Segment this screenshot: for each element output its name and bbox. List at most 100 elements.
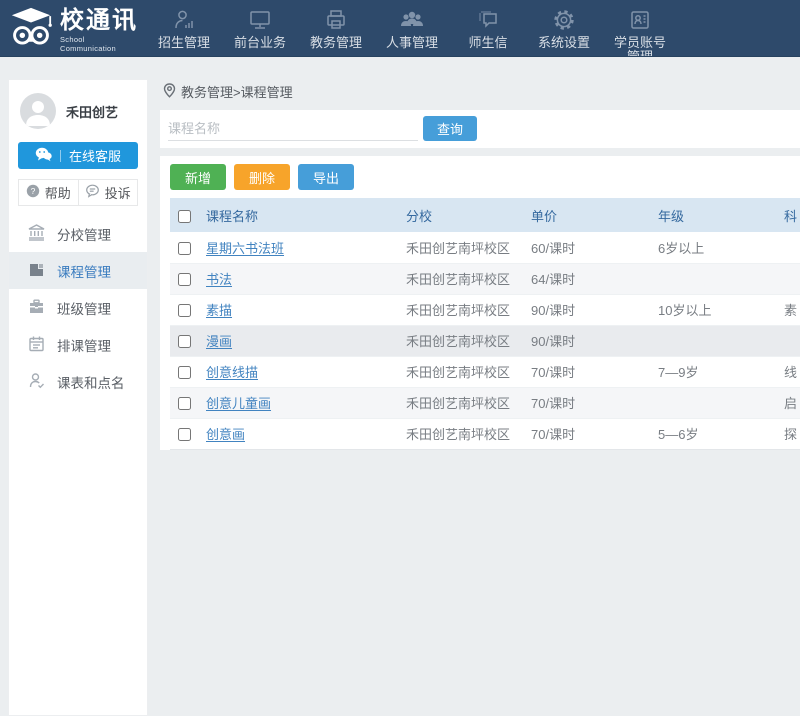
- nav-item-label: 教务管理: [298, 36, 374, 50]
- nav-item-hr[interactable]: 人事管理: [374, 0, 450, 57]
- help-button[interactable]: ? 帮助: [18, 179, 79, 206]
- course-name-link[interactable]: 创意线描: [206, 365, 258, 380]
- top-navbar: 校通讯 School Communication 招生管理 前台业务: [0, 0, 800, 57]
- price-cell: 64/课时: [531, 263, 658, 294]
- sidebar-item-label: 课程管理: [57, 261, 111, 281]
- logo-title: 校通讯: [60, 8, 142, 34]
- delete-button[interactable]: 删除: [234, 164, 290, 190]
- bank-icon: [28, 224, 45, 244]
- people-group-icon: [374, 7, 450, 33]
- briefcase-icon: [28, 298, 45, 318]
- owl-graduate-logo-icon: [9, 7, 53, 54]
- divider: [60, 150, 61, 162]
- row-checkbox[interactable]: [178, 304, 191, 317]
- select-all-checkbox[interactable]: [178, 210, 191, 223]
- branch-cell: 禾田创艺南坪校区: [406, 325, 531, 356]
- course-name-link[interactable]: 创意儿童画: [206, 396, 271, 411]
- breadcrumb-text: 教务管理>课程管理: [181, 82, 293, 101]
- question-circle-icon: ?: [26, 184, 40, 201]
- course-name-link[interactable]: 星期六书法班: [206, 241, 284, 256]
- person-stats-icon: [146, 7, 222, 33]
- grade-cell: 7—9岁: [658, 356, 784, 387]
- branch-cell: 禾田创艺南坪校区: [406, 356, 531, 387]
- app-logo[interactable]: 校通讯 School Communication: [0, 0, 146, 54]
- top-nav-menu: 招生管理 前台业务 教务管理: [146, 0, 678, 57]
- grade-cell: 10岁以上: [658, 294, 784, 325]
- row-checkbox[interactable]: [178, 428, 191, 441]
- id-card-icon: [602, 7, 678, 33]
- sidebar-item-label: 课表和点名: [57, 372, 125, 392]
- table-row: 创意线描 禾田创艺南坪校区 70/课时 7—9岁 线: [170, 356, 800, 387]
- grade-cell: 5—6岁: [658, 418, 784, 449]
- branch-cell: 禾田创艺南坪校区: [406, 418, 531, 449]
- column-header-subject: 科: [784, 198, 800, 232]
- monitor-icon: [222, 7, 298, 33]
- course-name-link[interactable]: 创意画: [206, 427, 245, 442]
- sidebar-item-timetable-rollcall[interactable]: 课表和点名: [9, 363, 147, 400]
- logo-subtitle: School Communication: [60, 35, 142, 53]
- subject-cell: 线: [784, 356, 800, 387]
- price-cell: 70/课时: [531, 356, 658, 387]
- grade-cell: 6岁以上: [658, 232, 784, 263]
- sidebar-item-course-management[interactable]: 课程管理: [9, 252, 147, 289]
- price-cell: 70/课时: [531, 418, 658, 449]
- search-button[interactable]: 查询: [423, 116, 477, 141]
- row-checkbox[interactable]: [178, 366, 191, 379]
- calendar-icon: [28, 335, 45, 355]
- main-content: 教务管理>课程管理 查询 新增 删除 导出 课程名称 分校 单价 年级: [160, 57, 800, 716]
- row-checkbox[interactable]: [178, 273, 191, 286]
- online-service-button[interactable]: 在线客服: [18, 142, 138, 169]
- course-name-input[interactable]: [168, 117, 418, 141]
- online-service-label: 在线客服: [69, 146, 121, 165]
- nav-item-enrollment[interactable]: 招生管理: [146, 0, 222, 57]
- nav-item-messages[interactable]: 师生信: [450, 0, 526, 57]
- nav-item-label: 学员账号管理: [611, 36, 669, 57]
- row-checkbox[interactable]: [178, 335, 191, 348]
- export-button[interactable]: 导出: [298, 164, 354, 190]
- course-name-link[interactable]: 漫画: [206, 334, 232, 349]
- user-profile[interactable]: 禾田创艺: [9, 80, 147, 139]
- sidebar-item-label: 排课管理: [57, 335, 111, 355]
- table-row: 创意画 禾田创艺南坪校区 70/课时 5—6岁 探: [170, 418, 800, 449]
- nav-item-academic[interactable]: 教务管理: [298, 0, 374, 57]
- grade-cell: [658, 325, 784, 356]
- chat-bubbles-icon: [450, 7, 526, 33]
- grade-cell: [658, 387, 784, 418]
- table-row: 星期六书法班 禾田创艺南坪校区 60/课时 6岁以上: [170, 232, 800, 263]
- nav-item-label: 师生信: [450, 36, 526, 50]
- sidebar-item-label: 班级管理: [57, 298, 111, 318]
- printer-icon: [298, 7, 374, 33]
- gear-icon: [526, 7, 602, 33]
- course-name-link[interactable]: 书法: [206, 272, 232, 287]
- sidebar-item-schedule-management[interactable]: 排课管理: [9, 326, 147, 363]
- help-complaint-row: ? 帮助 投诉: [18, 179, 138, 206]
- sidebar-menu: 分校管理 课程管理 班级管理: [9, 215, 147, 400]
- course-name-link[interactable]: 素描: [206, 303, 232, 318]
- price-cell: 90/课时: [531, 294, 658, 325]
- sidebar-item-branch-management[interactable]: 分校管理: [9, 215, 147, 252]
- complaint-button[interactable]: 投诉: [78, 179, 139, 206]
- branch-cell: 禾田创艺南坪校区: [406, 294, 531, 325]
- nav-item-label: 前台业务: [222, 36, 298, 50]
- sidebar-item-class-management[interactable]: 班级管理: [9, 289, 147, 326]
- column-header-branch: 分校: [406, 198, 531, 232]
- price-cell: 60/课时: [531, 232, 658, 263]
- subject-cell: [784, 232, 800, 263]
- help-label: 帮助: [45, 183, 71, 202]
- column-header-price: 单价: [531, 198, 658, 232]
- row-checkbox[interactable]: [178, 397, 191, 410]
- avatar: [20, 93, 56, 129]
- course-table-panel: 新增 删除 导出 课程名称 分校 单价 年级 科 星期六书法班: [160, 156, 800, 450]
- svg-text:?: ?: [30, 186, 35, 196]
- add-button[interactable]: 新增: [170, 164, 226, 190]
- row-checkbox[interactable]: [178, 242, 191, 255]
- search-panel: 查询: [160, 110, 800, 148]
- branch-cell: 禾田创艺南坪校区: [406, 387, 531, 418]
- nav-item-settings[interactable]: 系统设置: [526, 0, 602, 57]
- person-check-icon: [28, 372, 45, 392]
- subject-cell: [784, 325, 800, 356]
- column-header-grade: 年级: [658, 198, 784, 232]
- nav-item-front-desk[interactable]: 前台业务: [222, 0, 298, 57]
- subject-cell: 启: [784, 387, 800, 418]
- nav-item-student-accounts[interactable]: 学员账号管理: [602, 0, 678, 57]
